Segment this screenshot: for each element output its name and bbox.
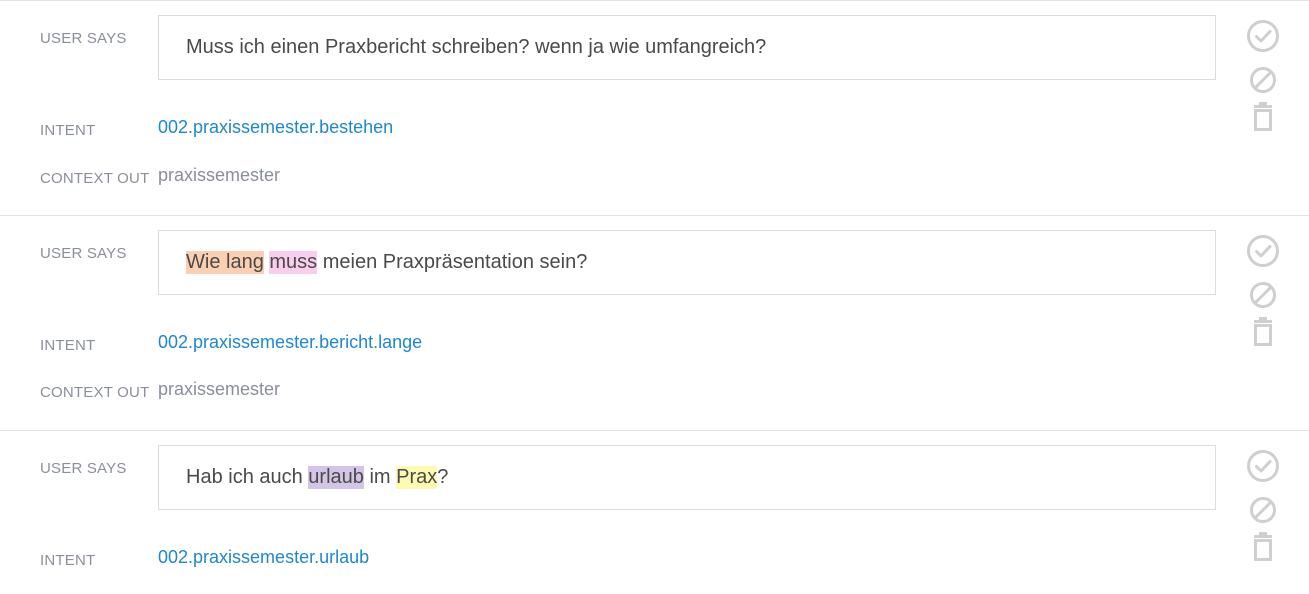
says-segment: ? — [437, 466, 449, 488]
block-button[interactable] — [1244, 281, 1282, 309]
user-says-label: USER SAYS — [40, 245, 127, 262]
approve-button[interactable] — [1244, 19, 1282, 53]
trash-icon — [1254, 102, 1272, 131]
intent-link[interactable]: 002.praxissemester.bestehen — [158, 117, 393, 138]
check-circle-icon — [1247, 450, 1279, 482]
approve-button[interactable] — [1244, 234, 1282, 268]
trash-icon — [1254, 532, 1272, 561]
user-says-label: USER SAYS — [40, 460, 127, 477]
block-button[interactable] — [1244, 66, 1282, 94]
intent-label: INTENT — [40, 552, 96, 569]
check-circle-icon — [1247, 20, 1279, 52]
says-segment: Hab ich auch — [186, 466, 309, 488]
intent-link[interactable]: 002.praxissemester.bericht.lange — [158, 332, 422, 353]
block-icon — [1250, 282, 1276, 308]
block-icon — [1250, 67, 1276, 93]
delete-button[interactable] — [1244, 102, 1282, 132]
check-circle-icon — [1247, 235, 1279, 267]
training-entry: USER SAYS Hab ich auch urlaub im Prax? I… — [0, 431, 1309, 594]
approve-button[interactable] — [1244, 449, 1282, 483]
says-segment: im — [363, 466, 397, 488]
training-entry: USER SAYS Wie lang muss meien Praxpräsen… — [0, 216, 1309, 431]
entity-highlight[interactable]: Wie lang — [186, 251, 264, 274]
intent-label: INTENT — [40, 337, 96, 354]
block-icon — [1250, 497, 1276, 523]
delete-button[interactable] — [1244, 317, 1282, 347]
delete-button[interactable] — [1244, 532, 1282, 562]
context-out-value: praxissemester — [158, 379, 281, 399]
entity-highlight[interactable]: Prax — [396, 466, 438, 489]
trash-icon — [1254, 317, 1272, 346]
user-says-field[interactable]: Muss ich einen Praxbericht schreiben? we… — [158, 15, 1216, 80]
block-button[interactable] — [1244, 496, 1282, 524]
says-segment: meien Praxpräsentation sein? — [317, 251, 588, 273]
training-entry: USER SAYS Muss ich einen Praxbericht sch… — [0, 1, 1309, 216]
entity-highlight[interactable]: muss — [269, 251, 318, 274]
intent-label: INTENT — [40, 122, 96, 139]
context-out-label: CONTEXT OUT — [40, 170, 150, 187]
entity-highlight[interactable]: urlaub — [308, 466, 364, 489]
context-out-label: CONTEXT OUT — [40, 384, 150, 401]
user-says-field[interactable]: Wie lang muss meien Praxpräsentation sei… — [158, 230, 1216, 295]
user-says-field[interactable]: Hab ich auch urlaub im Prax? — [158, 445, 1216, 510]
says-segment: Muss ich einen Praxbericht schreiben? we… — [186, 36, 767, 58]
user-says-label: USER SAYS — [40, 30, 127, 47]
context-out-value: praxissemester — [158, 165, 281, 185]
intent-link[interactable]: 002.praxissemester.urlaub — [158, 547, 369, 568]
